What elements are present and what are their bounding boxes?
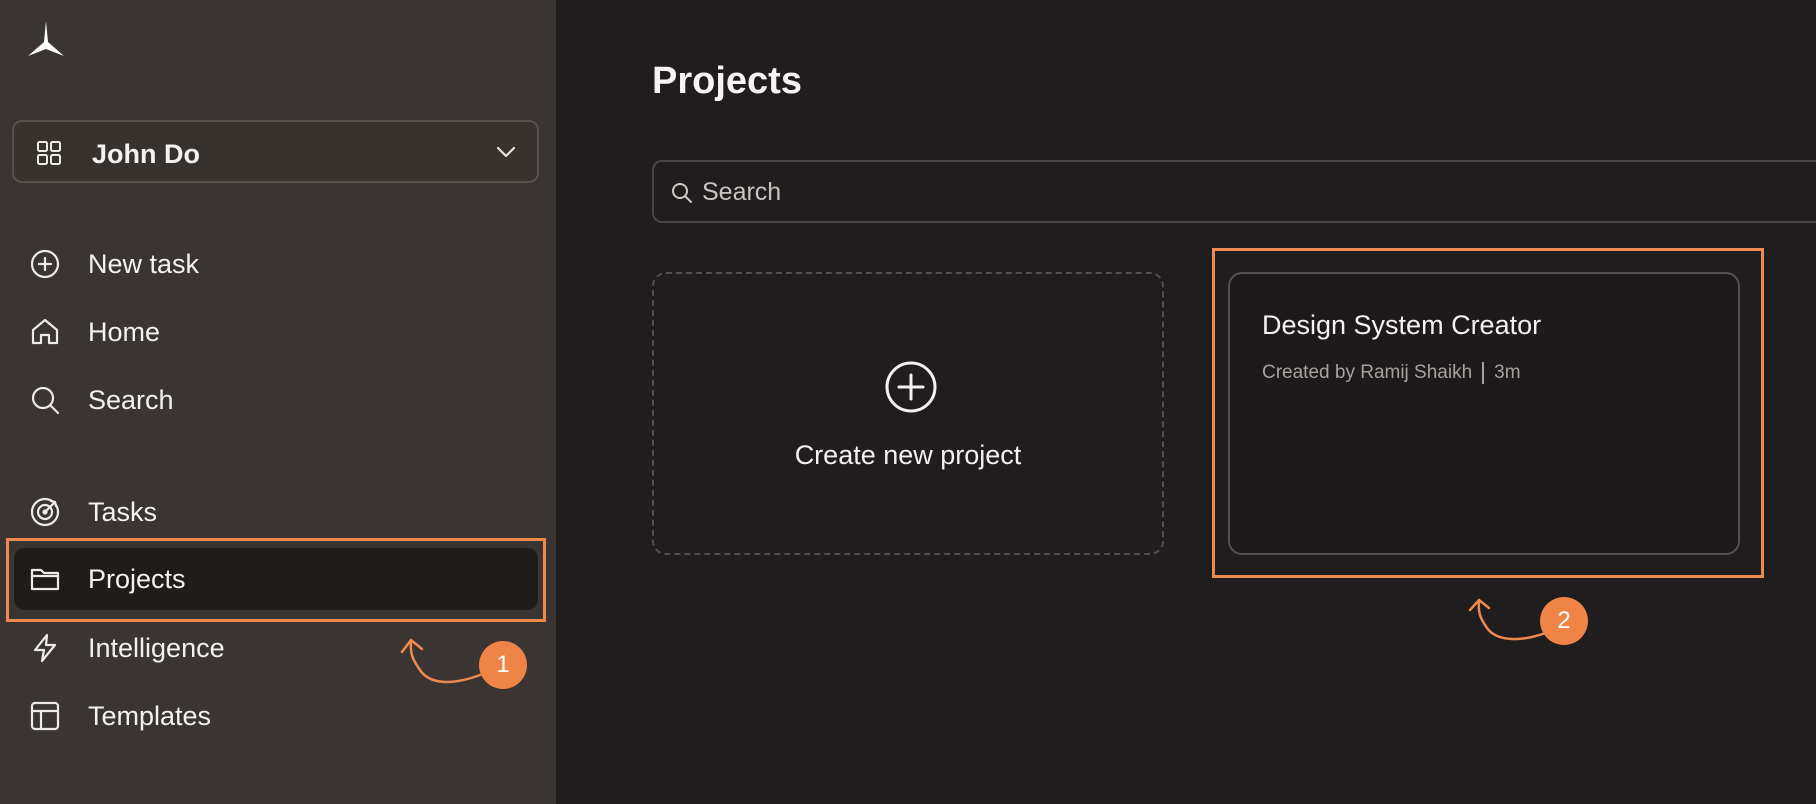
create-project-card[interactable]: Create new project bbox=[652, 272, 1164, 555]
grid-icon bbox=[37, 141, 61, 165]
workspace-switcher[interactable]: John Do bbox=[12, 120, 539, 183]
workspace-name: John Do bbox=[92, 139, 200, 169]
annotation-badge-2: 2 bbox=[1540, 597, 1588, 645]
sidebar-item-projects[interactable]: Projects bbox=[14, 548, 538, 610]
logo-icon bbox=[28, 21, 64, 56]
annotation-arrow-icon bbox=[400, 638, 482, 684]
sidebar-item-label: Projects bbox=[88, 564, 186, 594]
sidebar-item-label: Search bbox=[88, 385, 174, 415]
sidebar-item-label: Templates bbox=[88, 701, 212, 731]
sidebar-item-label: Intelligence bbox=[88, 633, 225, 663]
layout-icon bbox=[30, 701, 60, 731]
project-title: Design System Creator bbox=[1262, 310, 1542, 340]
sidebar-item-label: New task bbox=[88, 249, 200, 279]
chevron-down-icon bbox=[496, 146, 516, 158]
folder-icon bbox=[30, 568, 60, 591]
project-meta: Created by Ramij Shaikh 3m bbox=[1262, 362, 1521, 384]
search-bar[interactable] bbox=[652, 160, 1816, 223]
page-title: Projects bbox=[652, 60, 802, 102]
sidebar-item-tasks[interactable]: Tasks bbox=[14, 481, 538, 543]
meta-divider bbox=[1482, 362, 1485, 384]
sidebar-item-label: Tasks bbox=[88, 497, 158, 527]
sidebar: John Do New task Home Search Tasks Proje… bbox=[0, 0, 556, 804]
annotation-badge-1: 1 bbox=[479, 641, 527, 689]
sidebar-item-templates[interactable]: Templates bbox=[14, 685, 538, 747]
sidebar-item-label: Home bbox=[88, 317, 161, 347]
target-icon bbox=[30, 497, 60, 527]
lightning-icon bbox=[33, 633, 57, 663]
search-icon bbox=[31, 386, 60, 415]
create-project-label: Create new project bbox=[794, 440, 1022, 470]
sidebar-item-home[interactable]: Home bbox=[14, 301, 538, 363]
project-card[interactable]: Design System Creator Created by Ramij S… bbox=[1228, 272, 1740, 555]
sidebar-item-search[interactable]: Search bbox=[14, 369, 538, 431]
sidebar-item-new-task[interactable]: New task bbox=[14, 233, 538, 295]
plus-circle-icon bbox=[30, 249, 60, 279]
home-icon bbox=[31, 318, 59, 345]
search-icon bbox=[672, 183, 692, 203]
project-age: 3m bbox=[1494, 362, 1521, 383]
app-window: John Do New task Home Search Tasks Proje… bbox=[0, 0, 1816, 804]
search-input[interactable] bbox=[702, 174, 1702, 210]
project-created-by: Created by Ramij Shaikh bbox=[1262, 362, 1473, 383]
main-content: Projects Create new project Design Syste… bbox=[556, 0, 1816, 804]
plus-circle-icon bbox=[885, 361, 937, 413]
